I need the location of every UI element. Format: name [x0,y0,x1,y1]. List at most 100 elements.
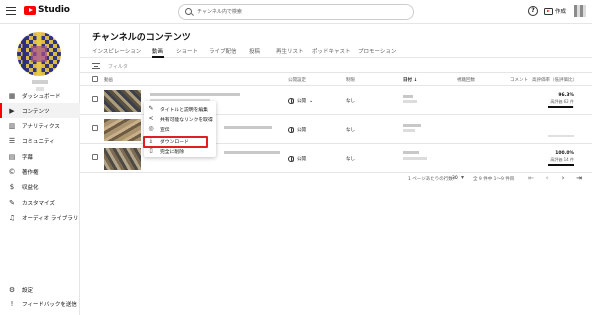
account-avatar[interactable] [574,5,586,17]
sidebar-item-content[interactable]: ▶ コンテンツ [0,103,80,118]
community-icon: ☰ [8,136,16,145]
column-header-date[interactable]: 日付 ↓ [403,77,417,83]
like-ratio-bar [548,106,574,108]
menu-item-promote[interactable]: ◎ 宣伝 [144,124,216,134]
sidebar-item-label: コンテンツ [22,108,50,115]
first-page-icon[interactable]: ⇤ [527,174,535,182]
last-page-icon[interactable]: ⇥ [575,174,583,182]
visibility-cell[interactable]: 公開 [288,156,306,162]
create-button[interactable]: 作成 [544,5,566,17]
sidebar-item-community[interactable]: ☰ コミュニティ [0,133,80,148]
sidebar-item-label: ダッシュボード [22,93,61,100]
settings-icon: ⚙ [8,286,16,294]
sidebar-item-monetization[interactable]: $ 収益化 [0,179,80,194]
menu-item-label: 完全に削除 [160,149,184,155]
restriction-cell: なし [346,128,355,133]
next-page-icon[interactable]: › [559,174,567,182]
dropdown-arrow-icon[interactable]: ▾ [461,174,464,181]
filter-label: フィルタ [108,64,128,70]
column-header-visibility[interactable]: 公開設定 [288,77,306,83]
chevron-down-icon: ⌄ [309,98,314,104]
share-icon: < [148,115,154,122]
globe-icon [288,98,294,104]
date-sub-redacted [403,129,415,132]
visibility-label: 公開 [297,128,306,133]
tab-podcasts[interactable]: ポッドキャスト [312,47,351,55]
video-title-redacted [224,126,272,129]
tab-live[interactable]: ライブ配信 [209,47,237,55]
date-sub-redacted [403,100,417,103]
video-thumbnail[interactable] [104,90,141,112]
pagination: 1 ページあたりの行数: 30 ▾ 全 9 件中 1～9 件目 ⇤ ‹ › ⇥ [80,172,592,186]
rows-per-page-label: 1 ページあたりの行数: [408,177,455,182]
promote-icon: ◎ [148,125,154,132]
video-options-menu: ✎ タイトルと説明を編集 < 共有可能なリンクを取得 ◎ 宣伝 ⤓ ダウンロード… [144,101,216,157]
rows-per-page-select[interactable]: 30 [452,176,458,181]
sidebar-item-label: 著作権 [22,169,39,176]
restriction-cell: なし [346,157,355,162]
column-header-restrictions[interactable]: 制限 [346,77,355,83]
menu-item-share-link[interactable]: < 共有可能なリンクを取得 [144,114,216,124]
content-tabs: インスピレーション 動画 ショート ライブ配信 投稿 再生リスト ポッドキャスト… [80,44,592,58]
page-title: チャンネルのコンテンツ [92,33,191,43]
sidebar-item-customize[interactable]: ✎ カスタマイズ [0,195,80,210]
date-redacted [403,95,413,98]
subtitles-icon: ▤ [8,152,16,161]
sidebar-item-label: フィードバックを送信 [22,302,77,308]
restriction-cell: なし [346,99,355,104]
menu-item-label: タイトルと説明を編集 [160,107,208,113]
audio-library-icon: ♫ [8,213,16,222]
menu-item-edit[interactable]: ✎ タイトルと説明を編集 [144,104,216,114]
search-input[interactable] [197,6,397,18]
monetization-icon: $ [9,182,15,191]
copyright-icon: © [8,167,16,176]
dashboard-icon: ▦ [8,91,16,100]
row-checkbox[interactable] [92,96,98,102]
prev-page-icon[interactable]: ‹ [543,174,551,182]
create-label: 作成 [555,9,567,15]
video-thumbnail[interactable] [104,119,141,141]
tab-playlists[interactable]: 再生リスト [276,47,304,55]
edit-icon: ✎ [148,105,154,112]
sidebar-item-subtitles[interactable]: ▤ 字幕 [0,149,80,164]
sidebar-item-copyright[interactable]: © 著作権 [0,164,80,179]
like-count: 高評価 62 件 [550,99,574,104]
like-ratio-bar [548,135,574,137]
sidebar-item-audio-library[interactable]: ♫ オーディオ ライブラリ [0,210,80,225]
analytics-icon: ▥ [8,121,16,130]
menu-item-label: 共有可能なリンクを取得 [160,117,213,123]
delete-icon: ▯ [149,147,153,154]
like-ratio-fill [548,106,574,108]
column-header-likes[interactable]: 高評価率（低評価比） [532,77,577,83]
sidebar-item-dashboard[interactable]: ▦ ダッシュボード [0,88,80,103]
sidebar-item-label: 字幕 [22,154,34,161]
hamburger-menu-icon[interactable] [6,7,16,15]
tab-posts[interactable]: 投稿 [249,47,260,55]
row-checkbox[interactable] [92,154,98,160]
sidebar-item-settings[interactable]: ⚙ 設定 [0,283,80,297]
column-header-views[interactable]: 視聴回数 [457,77,475,83]
search-box[interactable] [178,4,414,20]
tab-inspiration[interactable]: インスピレーション [92,47,141,55]
sidebar-item-feedback[interactable]: ! フィードバックを送信 [0,297,80,311]
sidebar: ▦ ダッシュボード ▶ コンテンツ ▥ アナリティクス ☰ コミュニティ ▤ 字… [0,24,80,315]
channel-name [32,80,48,84]
visibility-cell[interactable]: 公開 [288,127,306,133]
top-bar: Studio ? 作成 [0,0,592,24]
column-header-comments[interactable]: コメント [510,77,528,83]
tab-promotions[interactable]: プロモーション [358,47,396,55]
video-thumbnail[interactable] [104,148,141,170]
select-all-checkbox[interactable] [92,76,98,82]
studio-logo[interactable]: Studio [24,5,70,15]
filter-bar[interactable]: フィルタ [80,59,592,73]
tab-videos[interactable]: 動画 [152,47,163,55]
help-icon[interactable]: ? [528,6,538,16]
row-checkbox[interactable] [92,125,98,131]
channel-avatar[interactable] [17,32,61,76]
visibility-cell[interactable]: 公開 ⌄ [288,98,313,104]
sidebar-item-label: オーディオ ライブラリ [22,215,79,222]
sidebar-item-label: コミュニティ [22,138,55,145]
tab-shorts[interactable]: ショート [176,47,198,55]
sidebar-item-label: 収益化 [22,184,39,191]
sidebar-item-analytics[interactable]: ▥ アナリティクス [0,118,80,133]
